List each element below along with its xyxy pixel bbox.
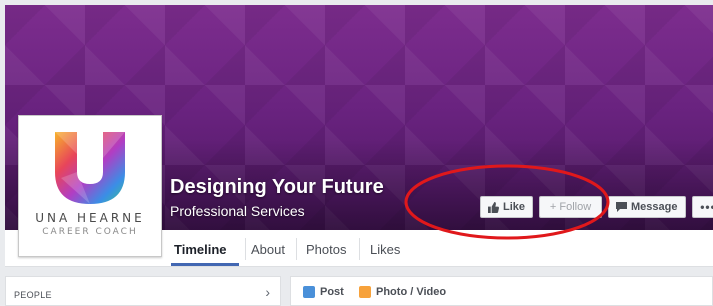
like-button[interactable]: Like [480,196,533,218]
brand-tagline: CAREER COACH [19,227,161,237]
message-button[interactable]: Message [608,196,685,218]
follow-button[interactable]: + Follow [539,196,602,218]
post-label: Post [320,286,344,298]
chevron-right-icon[interactable]: › [265,284,270,300]
brand-name: UNA HEARNE [19,211,161,225]
message-label: Message [631,201,677,213]
follow-label: + Follow [550,201,591,213]
active-tab-indicator [171,263,239,266]
photo-video-tab[interactable]: Photo / Video [359,286,446,298]
photo-icon [359,286,371,298]
tab-about[interactable]: About [251,242,285,257]
post-tab[interactable]: Post [303,286,344,298]
profile-picture[interactable]: UNA HEARNE CAREER COACH [18,115,162,257]
brand-logo-icon [51,128,129,206]
tab-timeline[interactable]: Timeline [174,242,227,257]
page-title[interactable]: Designing Your Future [170,176,384,199]
photo-video-label: Photo / Video [376,286,446,298]
like-label: Like [503,201,525,213]
tab-likes[interactable]: Likes [370,242,400,257]
composer-card: Post Photo / Video [290,276,713,306]
page-actions: Like + Follow Message ••• [480,196,713,218]
people-card: PEOPLE › [5,276,281,306]
tab-divider [359,238,360,260]
tab-divider [296,238,297,260]
message-icon [616,202,627,212]
pencil-icon [303,286,315,298]
more-options-button[interactable]: ••• [692,196,713,218]
more-icon: ••• [700,200,713,214]
thumbs-up-icon [488,202,499,213]
tab-divider [245,238,246,260]
page-category[interactable]: Professional Services [170,203,305,219]
tab-photos[interactable]: Photos [306,242,346,257]
people-heading: PEOPLE [14,290,52,300]
